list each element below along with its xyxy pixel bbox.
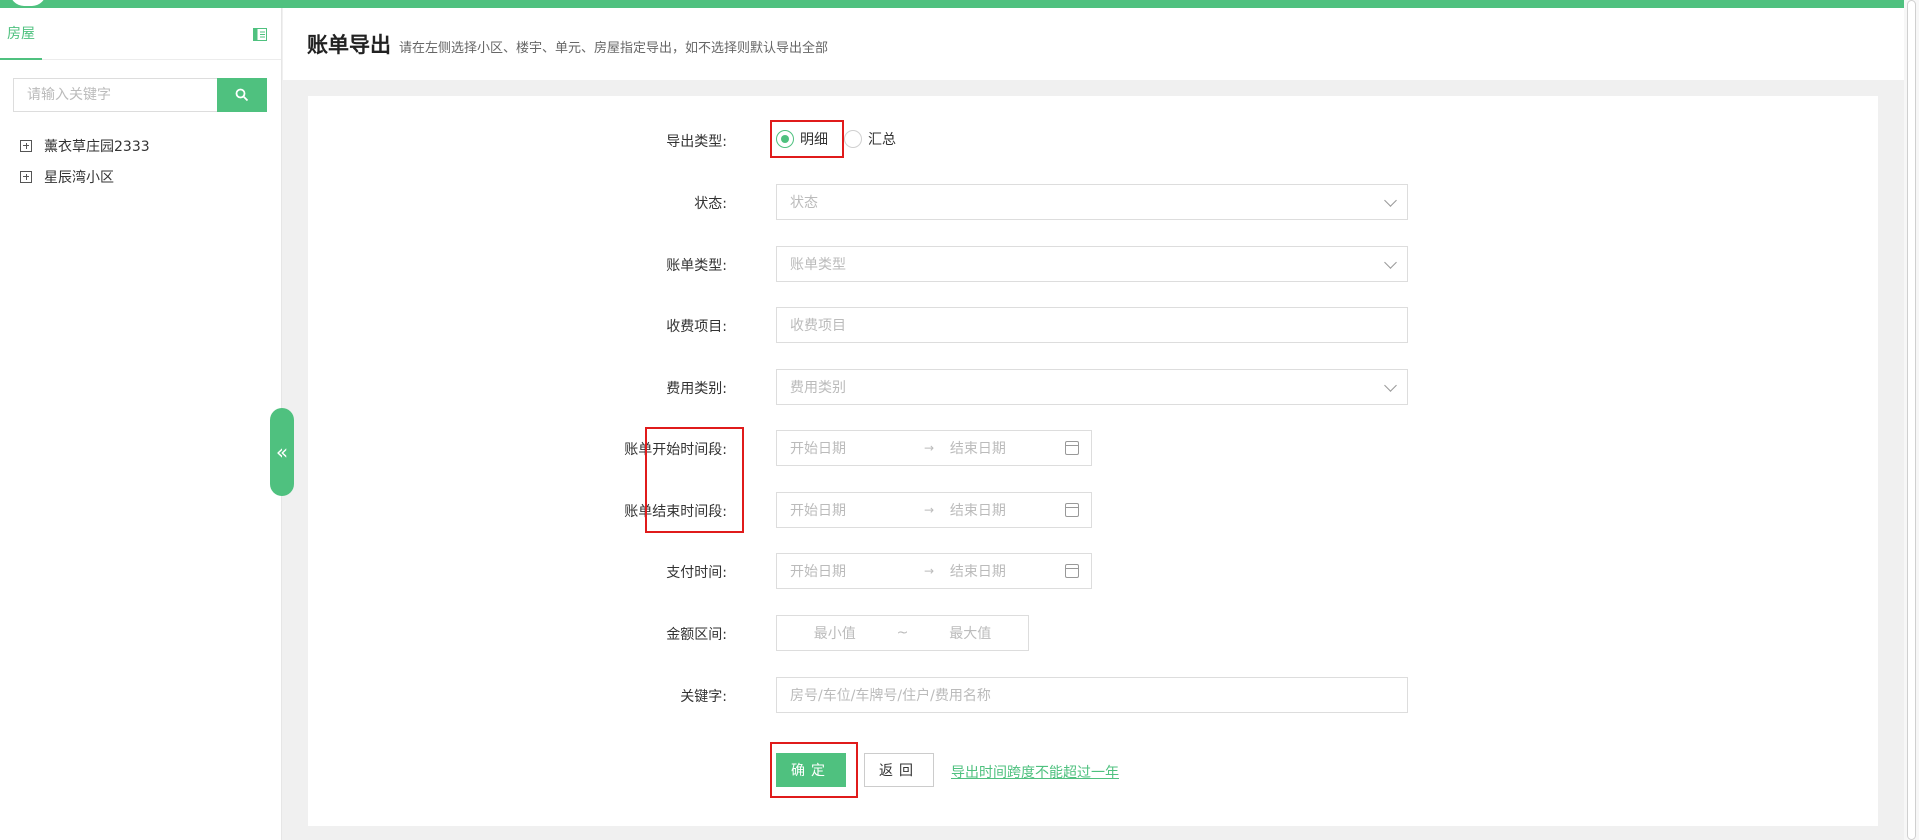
sidebar-search-button[interactable] [217, 78, 267, 112]
status-select[interactable]: 状态 [776, 184, 1408, 220]
back-button[interactable]: 返回 [864, 753, 934, 787]
top-accent-bar [0, 0, 1919, 8]
keyword-input[interactable]: 房号/车位/车牌号/住户/费用名称 [776, 677, 1408, 713]
page-header: 账单导出 请在左侧选择小区、楼宇、单元、房屋指定导出，如不选择则默认导出全部 [283, 8, 1904, 80]
sidebar-search [13, 78, 267, 112]
export-span-notice-link[interactable]: 导出时间跨度不能超过一年 [951, 762, 1119, 782]
bill-end-range-picker[interactable]: 开始日期 → 结束日期 [776, 492, 1092, 528]
amount-range-label: 金额区间: [666, 627, 727, 643]
amount-min-placeholder[interactable]: 最小值 [777, 623, 893, 643]
sidebar: 房屋 薰衣草庄园2333 星辰湾小区 [0, 8, 282, 840]
charge-item-input[interactable]: 收费项目 [776, 307, 1408, 343]
bill-type-placeholder: 账单类型 [790, 257, 846, 273]
tree-item[interactable]: 薰衣草庄园2333 [20, 130, 150, 161]
export-type-label: 导出类型: [666, 134, 727, 150]
chevron-down-icon [1384, 256, 1397, 269]
calendar-icon [1065, 503, 1079, 517]
keyword-label: 关键字: [680, 689, 727, 705]
amount-separator: ~ [896, 625, 909, 641]
chevron-down-icon [1384, 379, 1397, 392]
bill-type-select[interactable]: 账单类型 [776, 246, 1408, 282]
highlight-box [770, 742, 858, 798]
tree-item-label: 星辰湾小区 [44, 169, 114, 186]
radio-unchecked-icon [844, 130, 862, 148]
calendar-icon [1065, 564, 1079, 578]
tree-item-label: 薰衣草庄园2333 [44, 138, 150, 155]
range-end-placeholder: 结束日期 [949, 564, 1006, 580]
range-start-placeholder: 开始日期 [790, 503, 846, 519]
page-subtitle: 请在左侧选择小区、楼宇、单元、房屋指定导出，如不选择则默认导出全部 [399, 40, 829, 56]
fee-category-placeholder: 费用类别 [790, 380, 846, 396]
range-end-placeholder: 结束日期 [949, 441, 1006, 457]
highlight-box [645, 427, 744, 533]
charge-item-placeholder: 收费项目 [790, 318, 846, 334]
page-title: 账单导出 [307, 33, 391, 57]
tree-item[interactable]: 星辰湾小区 [20, 161, 150, 192]
range-arrow: → [923, 564, 935, 578]
range-arrow: → [923, 441, 935, 455]
export-form-card: 导出类型: 明细 汇总 状态: 状态 账单类型: 账单类型 收费项目: 收费项目… [308, 96, 1878, 826]
pay-time-range-picker[interactable]: 开始日期 → 结束日期 [776, 553, 1092, 589]
calendar-icon [1065, 441, 1079, 455]
bill-type-label: 账单类型: [666, 258, 727, 274]
sidebar-tabs: 房屋 [0, 8, 281, 60]
fee-category-select[interactable]: 费用类别 [776, 369, 1408, 405]
amount-max-placeholder[interactable]: 最大值 [913, 623, 1029, 643]
community-tree: 薰衣草庄园2333 星辰湾小区 [20, 130, 150, 192]
expand-plus-icon[interactable] [20, 139, 32, 152]
tab-house[interactable]: 房屋 [0, 8, 42, 60]
status-placeholder: 状态 [790, 195, 818, 211]
range-end-placeholder: 结束日期 [949, 503, 1006, 519]
highlight-box [770, 120, 844, 158]
pay-time-label: 支付时间: [666, 565, 727, 581]
range-arrow: → [923, 503, 935, 517]
page-scrollbar[interactable] [1904, 0, 1919, 840]
logo [10, 0, 46, 6]
keyword-placeholder: 房号/车位/车牌号/住户/费用名称 [790, 688, 991, 704]
radio-summary-label: 汇总 [868, 132, 896, 148]
expand-plus-icon[interactable] [20, 170, 32, 183]
amount-range-input[interactable]: 最小值 ~ 最大值 [776, 615, 1029, 651]
range-start-placeholder: 开始日期 [790, 564, 846, 580]
scrollbar-thumb[interactable] [1907, 0, 1916, 840]
charge-item-label: 收费项目: [666, 319, 727, 335]
panel-toggle-icon[interactable] [253, 28, 267, 41]
search-icon [235, 88, 249, 102]
sidebar-collapse-handle[interactable]: « [270, 408, 294, 496]
status-label: 状态: [694, 196, 727, 212]
bill-start-range-picker[interactable]: 开始日期 → 结束日期 [776, 430, 1092, 466]
radio-summary[interactable]: 汇总 [844, 129, 896, 149]
fee-category-label: 费用类别: [666, 381, 727, 397]
sidebar-search-input[interactable] [13, 78, 217, 112]
chevron-down-icon [1384, 194, 1397, 207]
range-start-placeholder: 开始日期 [790, 441, 846, 457]
